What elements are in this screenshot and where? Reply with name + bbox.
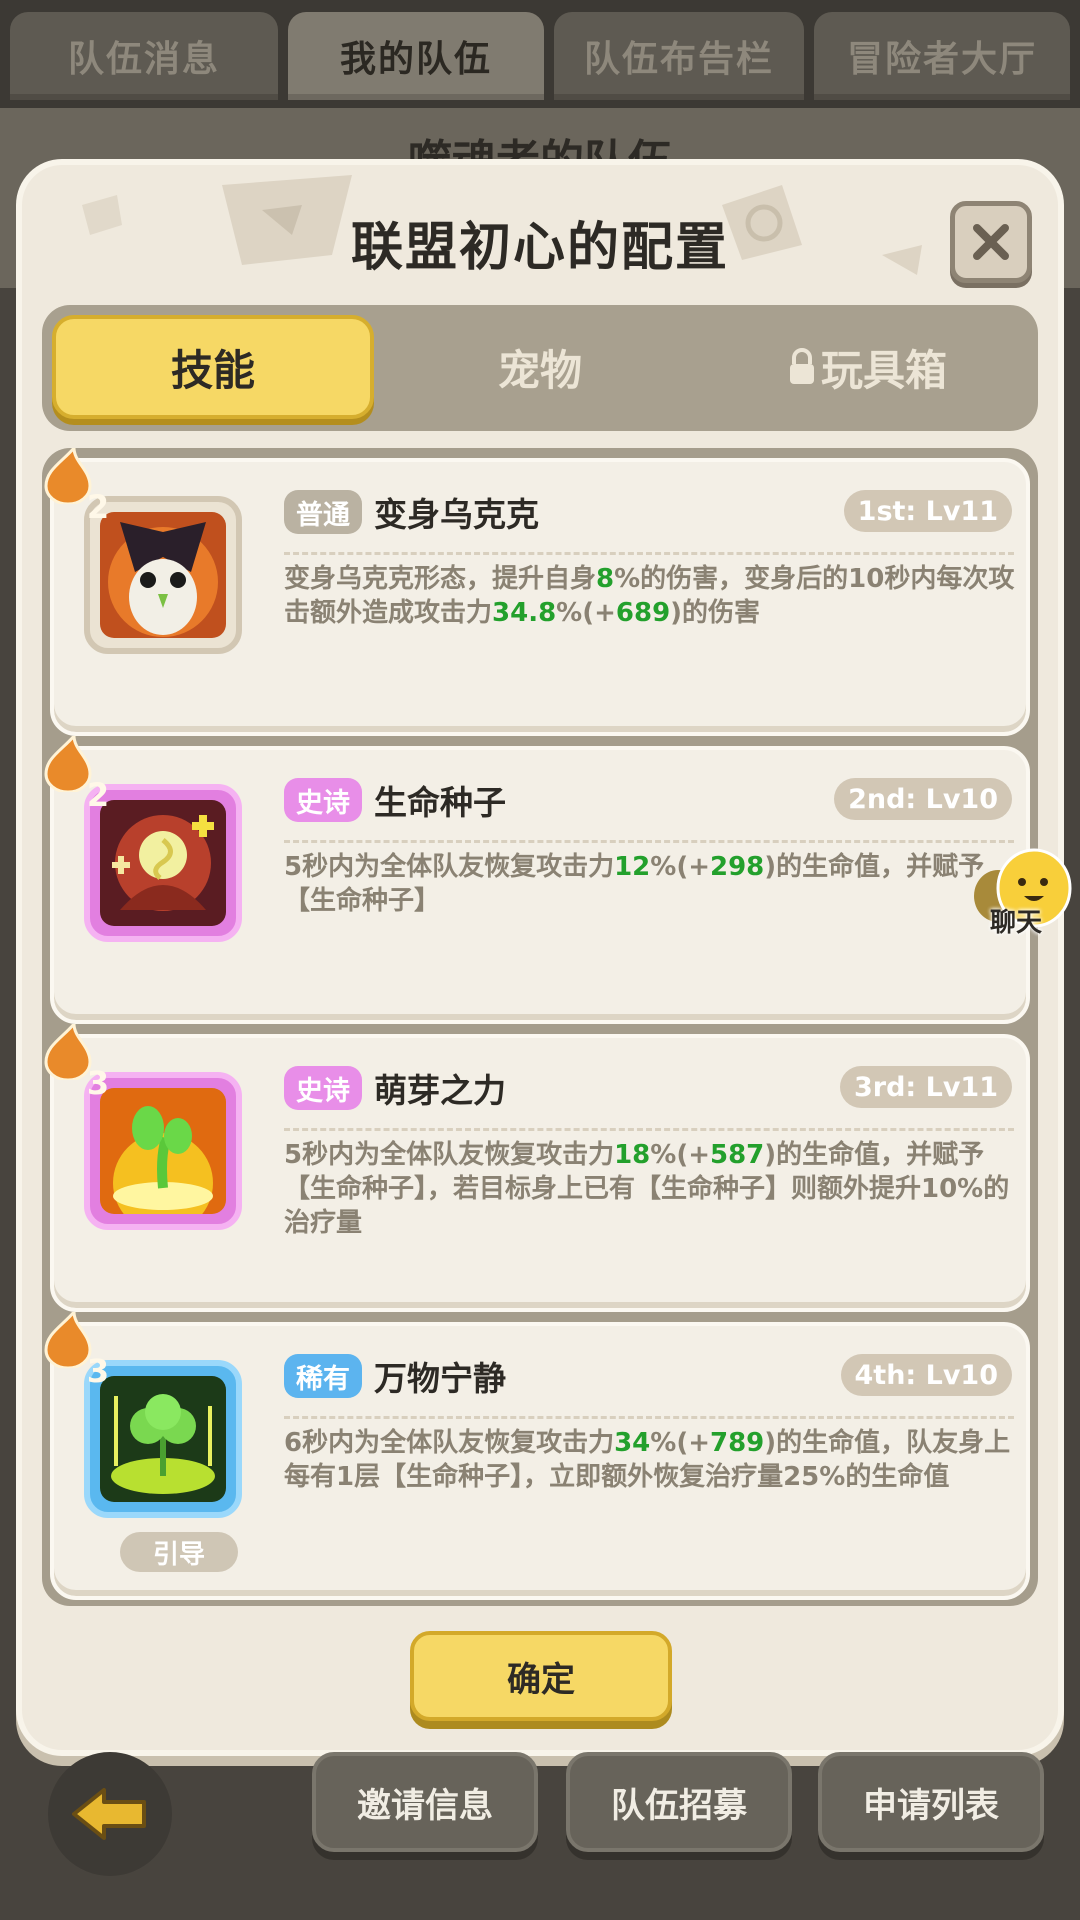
- back-button[interactable]: [48, 1752, 172, 1876]
- skill-description: 变身乌克克形态，提升自身8%的伤害，变身后的10秒内每次攻击额外造成攻击力34.…: [284, 562, 1019, 630]
- highlight-value: 689: [615, 598, 671, 628]
- skill-card[interactable]: 2 史诗 生命种子 2nd: Lv10 5秒内为全体队友恢复攻击力12%(+29…: [44, 736, 1030, 1024]
- tab-team-messages[interactable]: 队伍消息: [10, 12, 278, 100]
- tab-toybox[interactable]: 玩具箱: [706, 315, 1028, 419]
- modal-title: 联盟初心的配置: [350, 218, 729, 278]
- tab-team-board[interactable]: 队伍布告栏: [554, 12, 804, 100]
- chat-label[interactable]: 聊天: [990, 902, 1042, 939]
- sprout-power-icon: [100, 1088, 226, 1214]
- rarity-badge: 稀有: [284, 1354, 362, 1398]
- highlight-value: 18: [614, 1140, 651, 1170]
- divider: [284, 1416, 1014, 1419]
- highlight-value: 34: [614, 1428, 651, 1458]
- skill-description: 6秒内为全体队友恢复攻击力34%(+789)的生命值，队友身上每有1层【生命种子…: [284, 1426, 1019, 1494]
- tab-my-team[interactable]: 我的队伍: [288, 12, 544, 100]
- description-text: 5秒内为全体队友恢复攻击力: [284, 1140, 615, 1170]
- close-icon: [973, 224, 1009, 260]
- slot-level-badge: 3rd: Lv11: [839, 1066, 1012, 1108]
- highlight-value: 12: [614, 852, 651, 882]
- rarity-badge: 史诗: [284, 778, 362, 822]
- top-tab-bar: 队伍消息 我的队伍 队伍布告栏 冒险者大厅: [0, 0, 1080, 110]
- description-text: %(+: [650, 1140, 710, 1170]
- skill-card[interactable]: 2 普通 变身乌克克 1st: Lv11 变身乌克克形态，提升自身8%的伤害，变…: [44, 448, 1030, 736]
- skill-name: 变身乌克克: [374, 495, 539, 534]
- slot-level-badge: 4th: Lv10: [840, 1354, 1012, 1396]
- tab-skills[interactable]: 技能: [52, 315, 374, 419]
- description-text: %(+: [650, 1428, 710, 1458]
- life-seed-icon: [100, 800, 226, 926]
- slot-level-badge: 2nd: Lv10: [834, 778, 1012, 820]
- confirm-button[interactable]: 确定: [410, 1631, 672, 1721]
- skill-name: 萌芽之力: [374, 1071, 506, 1110]
- skill-card[interactable]: 3 引导 稀有 万物宁静 4th: Lv10 6秒内为全体队友恢复攻击力34%(…: [44, 1312, 1030, 1600]
- tab-adventurer-hall[interactable]: 冒险者大厅: [814, 12, 1070, 100]
- divider: [284, 840, 1014, 843]
- divider: [284, 552, 1014, 555]
- skill-level: 2: [86, 488, 110, 526]
- invite-info-button[interactable]: 邀请信息: [312, 1752, 538, 1852]
- config-modal: 联盟初心的配置 技能 宠物 玩具箱 2 普通 变身乌克克 1st: Lv11 变…: [22, 165, 1058, 1750]
- tab-label: 我的队伍: [339, 39, 492, 80]
- highlight-value: 789: [710, 1428, 765, 1458]
- rarity-badge: 普通: [284, 490, 362, 534]
- highlight-value: 298: [710, 852, 765, 882]
- description-text: %(+: [650, 852, 710, 882]
- tab-label: 玩具箱: [820, 345, 947, 395]
- description-text: %(+: [556, 598, 616, 628]
- guide-tag: 引导: [120, 1532, 238, 1572]
- owl-mask-icon: [100, 512, 226, 638]
- back-arrow-icon: [72, 1788, 146, 1840]
- lock-icon: [789, 348, 814, 384]
- skill-name: 万物宁静: [374, 1359, 506, 1398]
- tab-label: 冒险者大厅: [846, 39, 1037, 80]
- tab-pets[interactable]: 宠物: [379, 315, 701, 419]
- skill-card[interactable]: 3 史诗 萌芽之力 3rd: Lv11 5秒内为全体队友恢复攻击力18%(+58…: [44, 1024, 1030, 1312]
- highlight-value: 34.8: [492, 598, 557, 628]
- skill-name: 生命种子: [374, 783, 506, 822]
- button-label: 申请列表: [863, 1785, 999, 1826]
- skill-description: 5秒内为全体队友恢复攻击力12%(+298)的生命值，并赋予【生命种子】: [284, 850, 1019, 918]
- description-text: 6秒内为全体队友恢复攻击力: [284, 1428, 615, 1458]
- tab-label: 队伍消息: [67, 39, 220, 80]
- skill-level: 3: [86, 1352, 110, 1390]
- button-label: 队伍招募: [611, 1785, 747, 1826]
- close-button[interactable]: [950, 201, 1032, 283]
- button-label: 邀请信息: [357, 1785, 493, 1826]
- application-list-button[interactable]: 申请列表: [818, 1752, 1044, 1852]
- confirm-label: 确定: [507, 1659, 575, 1700]
- rarity-badge: 史诗: [284, 1066, 362, 1110]
- skill-description: 5秒内为全体队友恢复攻击力18%(+587)的生命值，并赋予【生命种子】，若目标…: [284, 1138, 1019, 1240]
- tab-label: 技能: [170, 345, 255, 395]
- slot-level-badge: 1st: Lv11: [843, 490, 1012, 532]
- serenity-icon: [100, 1376, 226, 1502]
- description-text: 变身乌克克形态，提升自身: [284, 564, 597, 594]
- skill-level: 2: [86, 776, 110, 814]
- team-recruit-button[interactable]: 队伍招募: [566, 1752, 792, 1852]
- divider: [284, 1128, 1014, 1131]
- tab-label: 宠物: [497, 345, 582, 395]
- highlight-value: 8: [596, 564, 615, 594]
- description-text: 5秒内为全体队友恢复攻击力: [284, 852, 615, 882]
- skill-list: 2 普通 变身乌克克 1st: Lv11 变身乌克克形态，提升自身8%的伤害，变…: [42, 448, 1038, 1606]
- skill-level: 3: [86, 1064, 110, 1102]
- description-text: )的伤害: [670, 598, 761, 628]
- highlight-value: 587: [710, 1140, 765, 1170]
- tab-label: 队伍布告栏: [583, 39, 774, 80]
- sub-tab-bar: 技能 宠物 玩具箱: [42, 305, 1038, 431]
